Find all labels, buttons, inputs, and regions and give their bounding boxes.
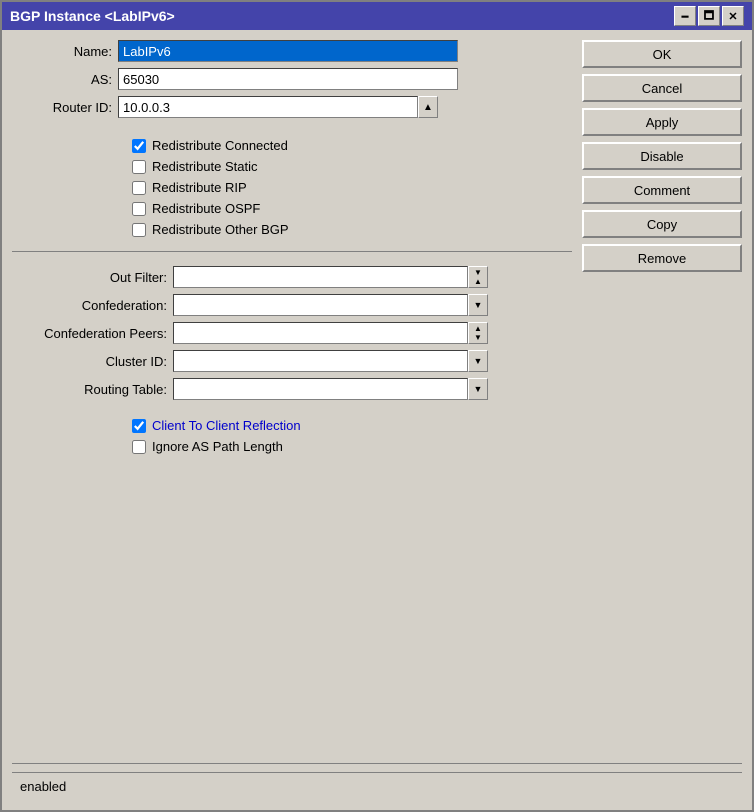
left-panel: Name: AS: Router ID: ▲ — [12, 40, 572, 745]
redistribute-static-label: Redistribute Static — [152, 159, 258, 174]
status-text: enabled — [20, 779, 66, 794]
client-to-client-checkbox[interactable] — [132, 419, 146, 433]
out-filter-dropdown-btn[interactable]: ▼▲ — [468, 266, 488, 288]
redistribute-connected-row: Redistribute Connected — [132, 138, 572, 153]
redistribute-rip-checkbox[interactable] — [132, 181, 146, 195]
as-label: AS: — [12, 72, 112, 87]
title-bar: BGP Instance <LabIPv6> 🗕 🗖 ✕ — [2, 2, 752, 30]
confederation-label: Confederation: — [12, 298, 167, 313]
redistribute-rip-row: Redistribute RIP — [132, 180, 572, 195]
redistribute-ospf-row: Redistribute OSPF — [132, 201, 572, 216]
as-input[interactable] — [118, 68, 458, 90]
remove-button[interactable]: Remove — [582, 244, 742, 272]
routing-table-row: Routing Table: ▼ — [12, 378, 572, 400]
ignore-as-path-row: Ignore AS Path Length — [132, 439, 572, 454]
cancel-button[interactable]: Cancel — [582, 74, 742, 102]
as-row: AS: — [12, 68, 572, 90]
confederation-peers-input[interactable] — [173, 322, 468, 344]
maximize-button[interactable]: 🗖 — [698, 6, 720, 26]
window-controls: 🗕 🗖 ✕ — [674, 6, 744, 26]
comment-button[interactable]: Comment — [582, 176, 742, 204]
out-filter-combo: ▼▲ — [173, 266, 488, 288]
main-window: BGP Instance <LabIPv6> 🗕 🗖 ✕ Name: AS: — [0, 0, 754, 812]
minimize-button[interactable]: 🗕 — [674, 6, 696, 26]
out-filter-input[interactable] — [173, 266, 468, 288]
redistribute-static-checkbox[interactable] — [132, 160, 146, 174]
routing-table-dropdown-btn[interactable]: ▼ — [468, 378, 488, 400]
name-row: Name: — [12, 40, 572, 62]
client-to-client-row: Client To Client Reflection — [132, 418, 572, 433]
name-input[interactable] — [118, 40, 458, 62]
ignore-as-path-checkbox[interactable] — [132, 440, 146, 454]
redistribute-rip-label: Redistribute RIP — [152, 180, 247, 195]
router-id-label: Router ID: — [12, 100, 112, 115]
cluster-id-row: Cluster ID: ▼ — [12, 350, 572, 372]
ignore-as-path-label: Ignore AS Path Length — [152, 439, 283, 454]
cluster-id-combo: ▼ — [173, 350, 488, 372]
router-id-spin-up[interactable]: ▲ — [418, 96, 438, 118]
redistribute-static-row: Redistribute Static — [132, 159, 572, 174]
ok-button[interactable]: OK — [582, 40, 742, 68]
status-bar: enabled — [12, 772, 742, 800]
name-label: Name: — [12, 44, 112, 59]
confederation-peers-combo: ▲▼ — [173, 322, 488, 344]
routing-table-input[interactable] — [173, 378, 468, 400]
redistribute-other-bgp-checkbox[interactable] — [132, 223, 146, 237]
out-filter-row: Out Filter: ▼▲ — [12, 266, 572, 288]
close-button[interactable]: ✕ — [722, 6, 744, 26]
status-divider — [12, 763, 742, 764]
confederation-peers-spin-btn[interactable]: ▲▼ — [468, 322, 488, 344]
routing-table-combo: ▼ — [173, 378, 488, 400]
content-area: Name: AS: Router ID: ▲ — [2, 30, 752, 810]
cluster-id-label: Cluster ID: — [12, 354, 167, 369]
out-filter-label: Out Filter: — [12, 270, 167, 285]
confederation-peers-row: Confederation Peers: ▲▼ — [12, 322, 572, 344]
redistribute-connected-label: Redistribute Connected — [152, 138, 288, 153]
main-body: Name: AS: Router ID: ▲ — [12, 40, 742, 745]
disable-button[interactable]: Disable — [582, 142, 742, 170]
copy-button[interactable]: Copy — [582, 210, 742, 238]
confederation-input[interactable] — [173, 294, 468, 316]
router-id-row: Router ID: ▲ — [12, 96, 572, 118]
confederation-peers-label: Confederation Peers: — [12, 326, 167, 341]
confederation-combo: ▼ — [173, 294, 488, 316]
cluster-id-dropdown-btn[interactable]: ▼ — [468, 350, 488, 372]
confederation-row: Confederation: ▼ — [12, 294, 572, 316]
cluster-id-input[interactable] — [173, 350, 468, 372]
redistribute-connected-checkbox[interactable] — [132, 139, 146, 153]
redistribute-ospf-checkbox[interactable] — [132, 202, 146, 216]
redistribute-other-bgp-row: Redistribute Other BGP — [132, 222, 572, 237]
routing-table-label: Routing Table: — [12, 382, 167, 397]
right-panel: OK Cancel Apply Disable Comment Copy Rem… — [582, 40, 742, 745]
divider — [12, 251, 572, 252]
client-to-client-label: Client To Client Reflection — [152, 418, 301, 433]
router-id-input[interactable] — [118, 96, 418, 118]
window-title: BGP Instance <LabIPv6> — [10, 8, 175, 24]
redistribute-ospf-label: Redistribute OSPF — [152, 201, 260, 216]
redistribute-other-bgp-label: Redistribute Other BGP — [152, 222, 289, 237]
confederation-dropdown-btn[interactable]: ▼ — [468, 294, 488, 316]
apply-button[interactable]: Apply — [582, 108, 742, 136]
